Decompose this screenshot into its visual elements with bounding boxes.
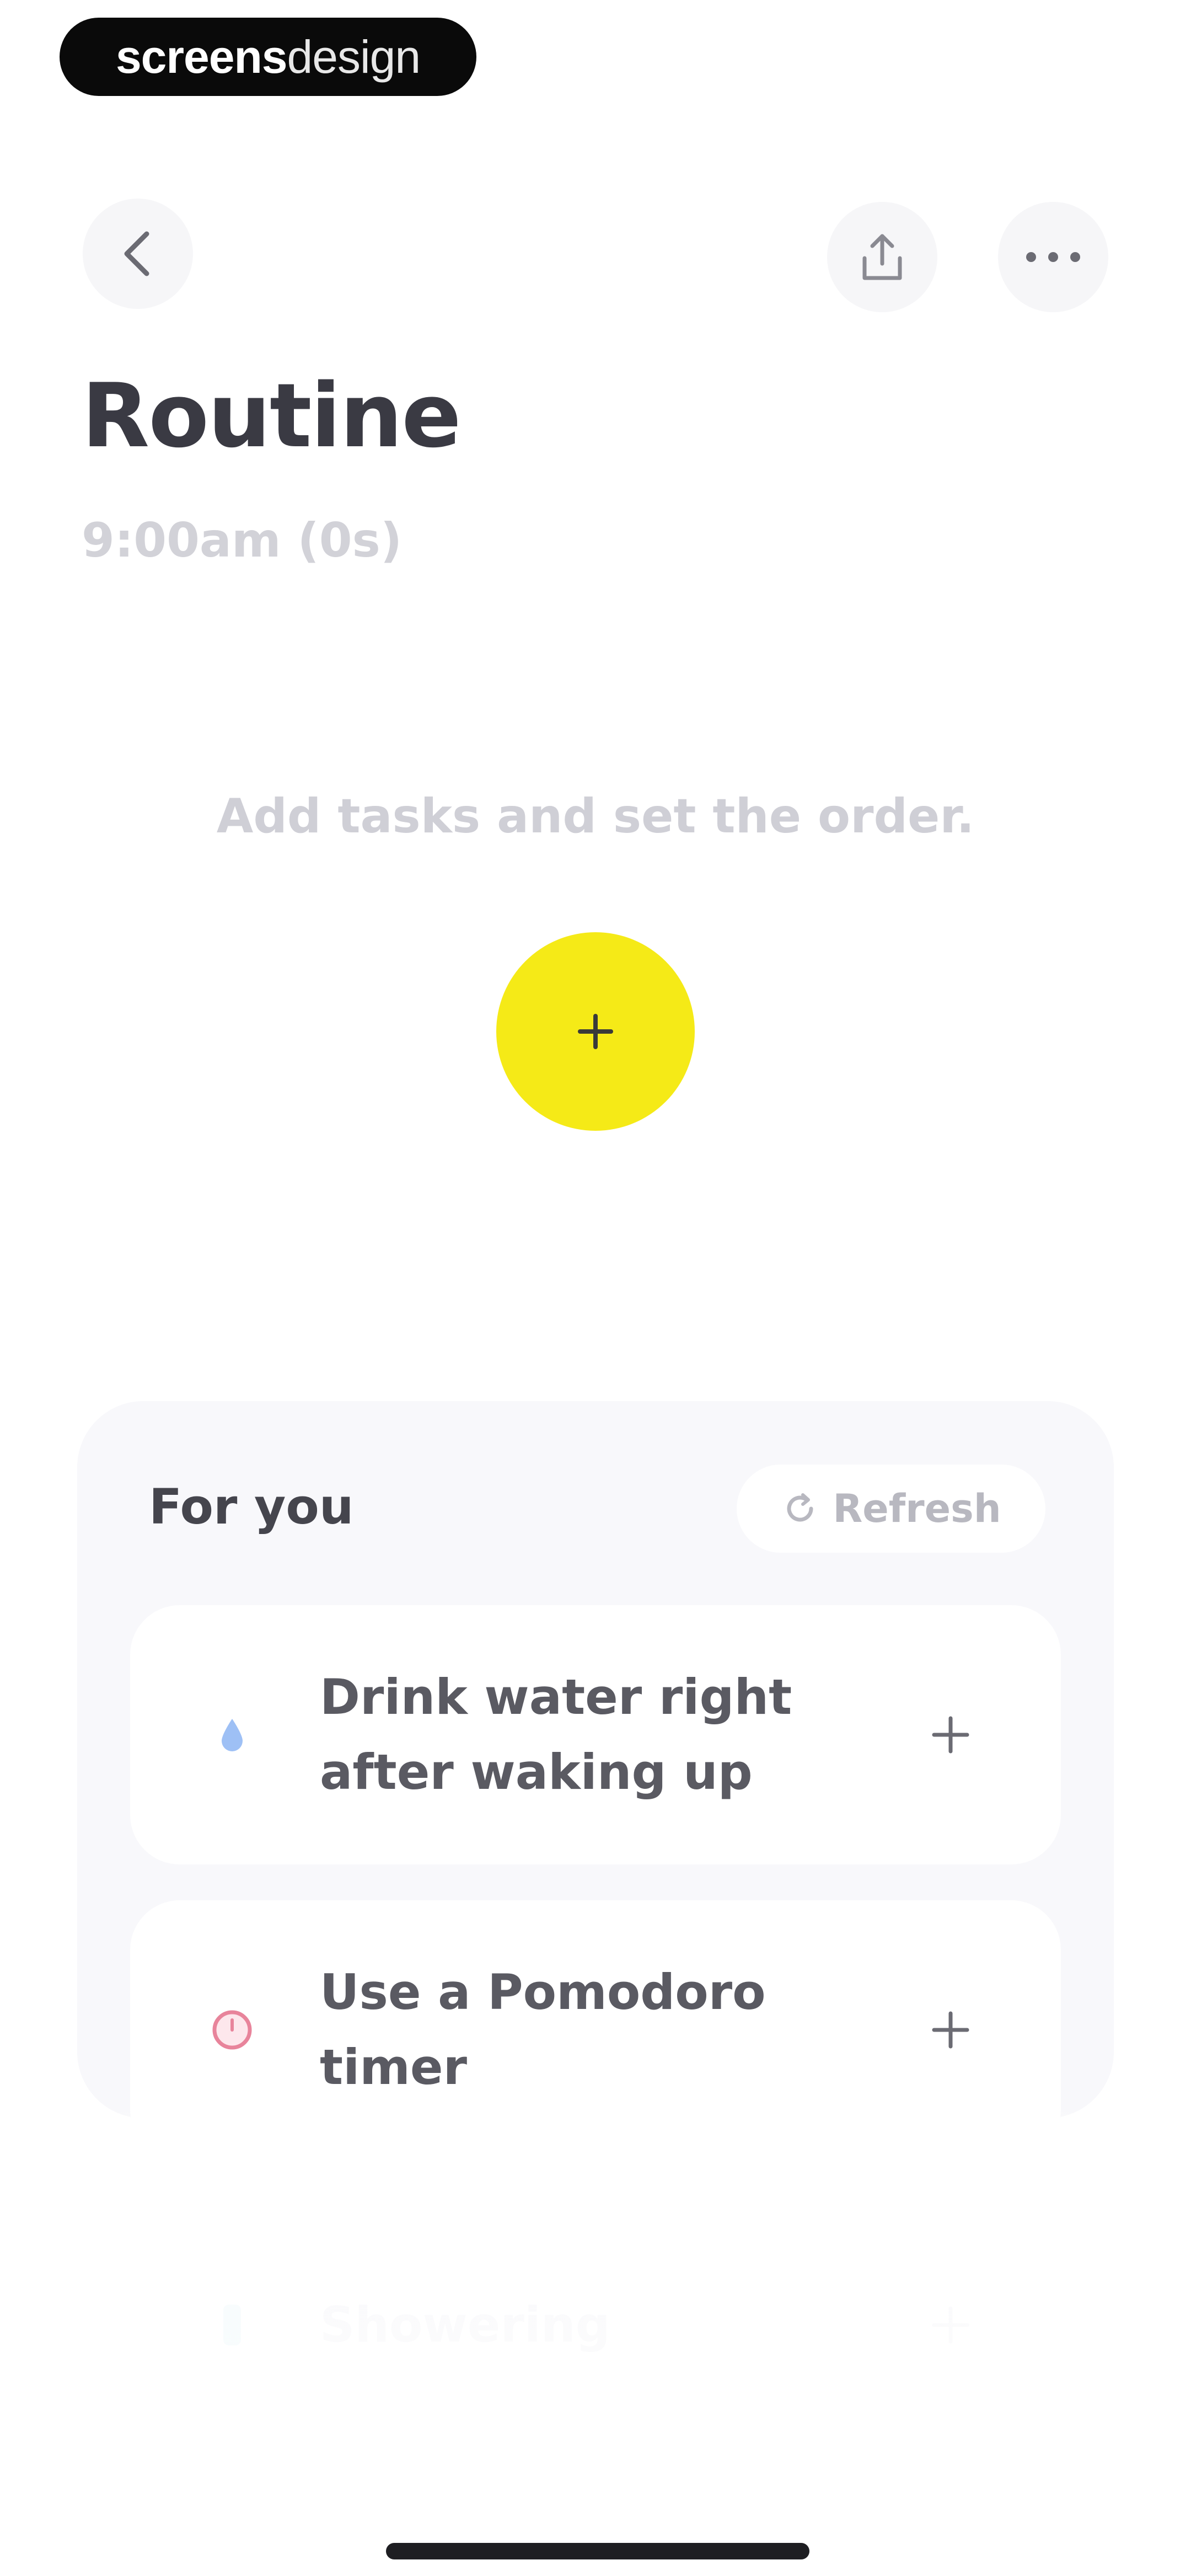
plus-icon [932, 1716, 969, 1754]
share-icon [862, 234, 902, 280]
plus-icon [932, 2011, 969, 2049]
plus-icon [932, 2306, 969, 2344]
refresh-label: Refresh [833, 1486, 1001, 1531]
suggestion-item[interactable]: Showering [130, 2195, 1061, 2455]
home-indicator[interactable] [386, 2543, 809, 2559]
suggestion-item[interactable]: Drink water right after waking up [130, 1605, 1061, 1864]
page-title: Routine [82, 364, 462, 467]
share-button[interactable] [827, 202, 937, 312]
screensdesign-watermark: screens design [60, 18, 476, 96]
more-options-button[interactable] [998, 202, 1108, 312]
watermark-light-text: design [287, 30, 421, 83]
refresh-button[interactable]: Refresh [737, 1465, 1045, 1553]
suggestion-label: Use a Pomodoro timer [320, 1964, 766, 2096]
for-you-title: For you [149, 1478, 354, 1535]
plus-icon [578, 1014, 613, 1049]
empty-state-message: Add tasks and set the order. [216, 789, 975, 844]
water-drop-icon [207, 1710, 257, 1760]
add-suggestion-button[interactable] [918, 1997, 984, 2063]
add-suggestion-button[interactable] [918, 2292, 984, 2358]
watermark-bold-text: screens [115, 30, 288, 83]
chevron-left-icon [124, 231, 149, 276]
refresh-icon [787, 1493, 813, 1522]
suggestion-label: Showering [320, 2296, 610, 2353]
back-button[interactable] [83, 199, 193, 309]
add-task-button[interactable] [496, 932, 695, 1131]
routine-time-subtitle: 9:00am (0s) [82, 513, 403, 568]
suggestion-item[interactable]: Use a Pomodoro timer [130, 1900, 1061, 2160]
add-suggestion-button[interactable] [918, 1702, 984, 1768]
timer-icon [207, 2005, 257, 2055]
suggestion-label: Drink water right after waking up [320, 1669, 792, 1800]
shower-icon [207, 2300, 257, 2350]
more-dots-icon [1026, 252, 1080, 262]
